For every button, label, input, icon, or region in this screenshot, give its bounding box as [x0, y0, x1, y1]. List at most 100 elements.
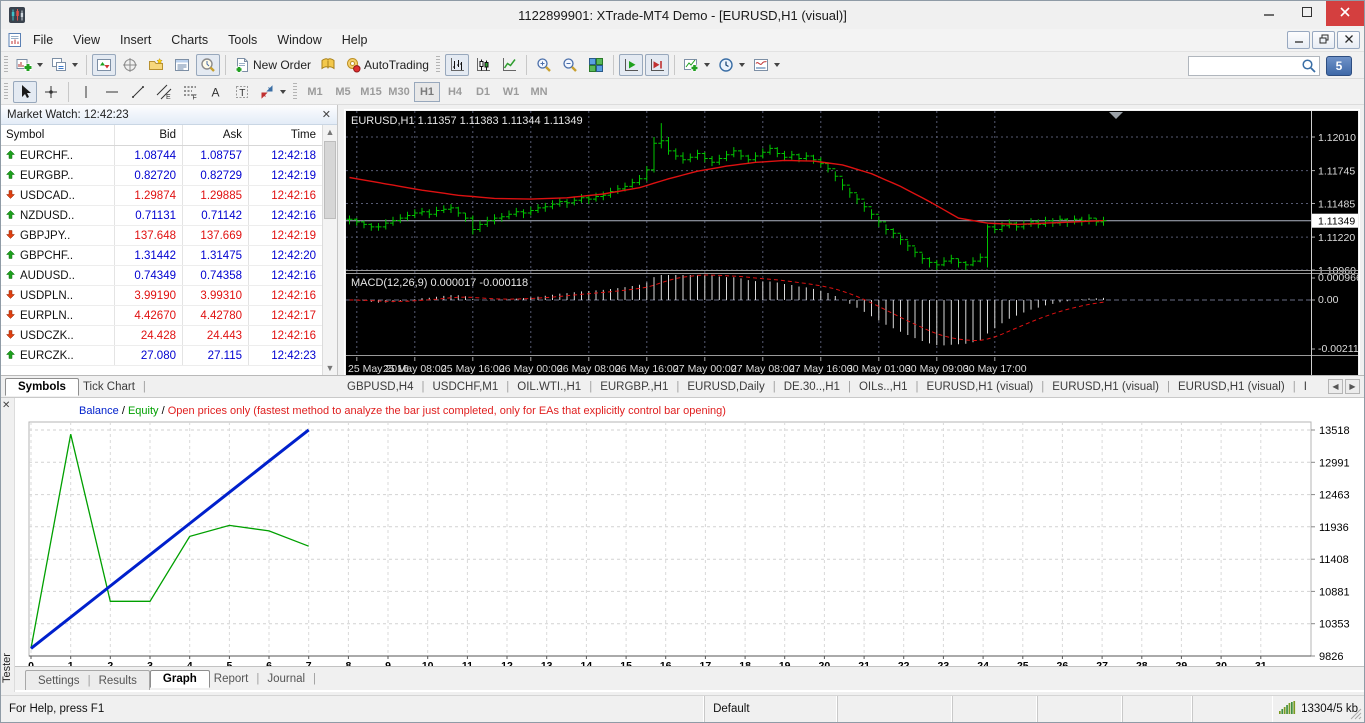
timeframe-m15[interactable]: M15 — [358, 82, 384, 102]
symbol-row-EURPLN[interactable]: EURPLN.. 4.42670 4.42780 12:42:17 — [1, 306, 322, 326]
chart-tab[interactable]: EURUSD,Daily — [683, 379, 768, 395]
data-window-button[interactable] — [118, 54, 142, 76]
close-button[interactable] — [1326, 1, 1364, 26]
chart-shift-button[interactable] — [644, 54, 669, 76]
navigator-button[interactable] — [144, 54, 168, 76]
mdi-minimize-button[interactable] — [1287, 31, 1310, 49]
vline-button[interactable] — [74, 81, 98, 103]
indicators-button[interactable] — [680, 54, 713, 76]
toolbar-grip[interactable] — [435, 56, 440, 74]
price-chart[interactable]: 1.120101.117451.114851.112201.109600.000… — [346, 111, 1358, 376]
timeframe-h4[interactable]: H4 — [442, 82, 468, 102]
new-order-button[interactable]: New Order — [231, 54, 314, 76]
timeframe-mn[interactable]: MN — [526, 82, 552, 102]
channel-button[interactable]: E — [152, 81, 176, 103]
tester-close-icon[interactable]: ✕ — [2, 400, 10, 411]
chart-tab[interactable]: EURUSD,H1 (visual) — [923, 379, 1038, 395]
symbol-row-GBPJPY[interactable]: GBPJPY.. 137.648 137.669 12:42:19 — [1, 226, 322, 246]
symbol-row-EURCZK[interactable]: EURCZK.. 27.080 27.115 12:42:23 — [1, 346, 322, 366]
search-icon[interactable] — [1301, 58, 1319, 74]
new-chart-button[interactable] — [13, 54, 46, 76]
cursor-button[interactable] — [13, 80, 37, 103]
chart-tab[interactable]: OILs..,H1 — [855, 379, 912, 395]
chart-tab[interactable]: OIL.WTI.,H1 — [513, 379, 585, 395]
tester-tab-journal[interactable]: Journal — [263, 671, 309, 687]
auto-scroll-button[interactable] — [618, 54, 643, 76]
chart-tab[interactable]: EURGBP.,H1 — [596, 379, 672, 395]
tester-tab-settings[interactable]: Settings — [34, 673, 84, 689]
market-watch-button[interactable] — [92, 54, 116, 76]
tester-tab-results[interactable]: Results — [95, 673, 141, 689]
market-watch-tab-tick-chart[interactable]: Tick Chart — [79, 379, 139, 395]
periods-button[interactable] — [715, 54, 748, 76]
fibonacci-button[interactable]: F — [178, 81, 202, 103]
market-watch-close-icon[interactable]: ✕ — [322, 108, 331, 121]
tabs-scroll-left-icon[interactable]: ◀ — [1328, 379, 1343, 394]
scrollbar-thumb[interactable] — [324, 141, 336, 219]
market-watch-scrollbar[interactable]: ▲ ▼ — [322, 125, 337, 375]
menu-window[interactable]: Window — [267, 30, 331, 50]
toolbar-grip[interactable] — [4, 56, 8, 74]
symbol-row-USDCAD[interactable]: USDCAD.. 1.29874 1.29885 12:42:16 — [1, 186, 322, 206]
label-button[interactable]: T — [230, 81, 254, 103]
crosshair-button[interactable] — [39, 81, 63, 103]
timeframe-m30[interactable]: M30 — [386, 82, 412, 102]
symbol-row-GBPCHF[interactable]: GBPCHF.. 1.31442 1.31475 12:42:20 — [1, 246, 322, 266]
strategy-tester-button[interactable] — [196, 54, 220, 76]
chevron-down-icon[interactable] — [773, 63, 780, 67]
tester-tab-report[interactable]: Report — [210, 671, 253, 687]
chevron-down-icon[interactable] — [280, 89, 286, 94]
timeframe-h1[interactable]: H1 — [414, 81, 440, 102]
templates-button[interactable] — [750, 54, 783, 76]
zoom-in-button[interactable] — [532, 54, 556, 76]
timeframe-w1[interactable]: W1 — [498, 82, 524, 102]
profiles-button[interactable] — [48, 54, 81, 76]
chart-tab[interactable]: GBPUSD,H4 — [343, 379, 417, 395]
chart-line-button[interactable] — [497, 54, 521, 76]
menu-view[interactable]: View — [63, 30, 110, 50]
menu-help[interactable]: Help — [332, 30, 378, 50]
search-input[interactable] — [1189, 59, 1301, 73]
market-watch-tab-symbols[interactable]: Symbols — [5, 377, 79, 396]
timeframe-m1[interactable]: M1 — [302, 82, 328, 102]
chart-candles-button[interactable] — [471, 54, 495, 76]
symbol-row-USDPLN[interactable]: USDPLN.. 3.99190 3.99310 12:42:16 — [1, 286, 322, 306]
text-button[interactable]: A — [204, 81, 228, 103]
symbol-row-EURGBP[interactable]: EURGBP.. 0.82720 0.82729 12:42:19 — [1, 166, 322, 186]
arrows-button[interactable] — [256, 81, 289, 103]
column-header-bid[interactable]: Bid — [115, 125, 183, 145]
symbol-row-AUDUSD[interactable]: AUDUSD.. 0.74349 0.74358 12:42:16 — [1, 266, 322, 286]
chevron-down-icon[interactable] — [72, 63, 78, 67]
chart-tab[interactable]: EURUSD,H1 (visual) — [1048, 379, 1163, 395]
scroll-down-icon[interactable]: ▼ — [323, 363, 337, 373]
symbol-row-USDCZK[interactable]: USDCZK.. 24.428 24.443 12:42:16 — [1, 326, 322, 346]
toolbar-grip[interactable] — [293, 82, 297, 101]
chart-tab[interactable]: USDCHF,M1 — [428, 379, 502, 395]
tester-tab-graph[interactable]: Graph — [149, 669, 210, 688]
terminal-button[interactable] — [170, 54, 194, 76]
autotrading-button[interactable]: AutoTrading — [342, 54, 432, 76]
menu-charts[interactable]: Charts — [161, 30, 218, 50]
column-header-ask[interactable]: Ask — [183, 125, 249, 145]
minimize-button[interactable] — [1250, 1, 1288, 26]
tester-graph[interactable]: 1351812991124631193611408108811035398260… — [15, 398, 1365, 666]
community-badge-button[interactable]: 5 — [1326, 56, 1352, 76]
scroll-up-icon[interactable]: ▲ — [323, 127, 337, 137]
column-header-time[interactable]: Time — [249, 125, 322, 145]
chart-tab[interactable]: EURUSD,H1 (visual) — [1174, 379, 1289, 395]
tabs-scroll-right-icon[interactable]: ▶ — [1345, 379, 1360, 394]
chevron-down-icon[interactable] — [37, 63, 43, 67]
chart-tab-partial[interactable]: I — [1300, 379, 1311, 395]
chevron-down-icon[interactable] — [703, 63, 710, 67]
menu-file[interactable]: File — [23, 30, 63, 50]
maximize-button[interactable] — [1288, 1, 1326, 26]
column-header-symbol[interactable]: Symbol — [1, 125, 115, 145]
symbol-row-EURCHF[interactable]: EURCHF.. 1.08744 1.08757 12:42:18 — [1, 146, 322, 166]
symbol-row-NZDUSD[interactable]: NZDUSD.. 0.71131 0.71142 12:42:16 — [1, 206, 322, 226]
tile-windows-button[interactable] — [584, 54, 608, 76]
zoom-out-button[interactable] — [558, 54, 582, 76]
hline-button[interactable] — [100, 81, 124, 103]
mdi-close-button[interactable] — [1337, 31, 1360, 49]
menu-insert[interactable]: Insert — [110, 30, 161, 50]
mdi-restore-button[interactable] — [1312, 31, 1335, 49]
